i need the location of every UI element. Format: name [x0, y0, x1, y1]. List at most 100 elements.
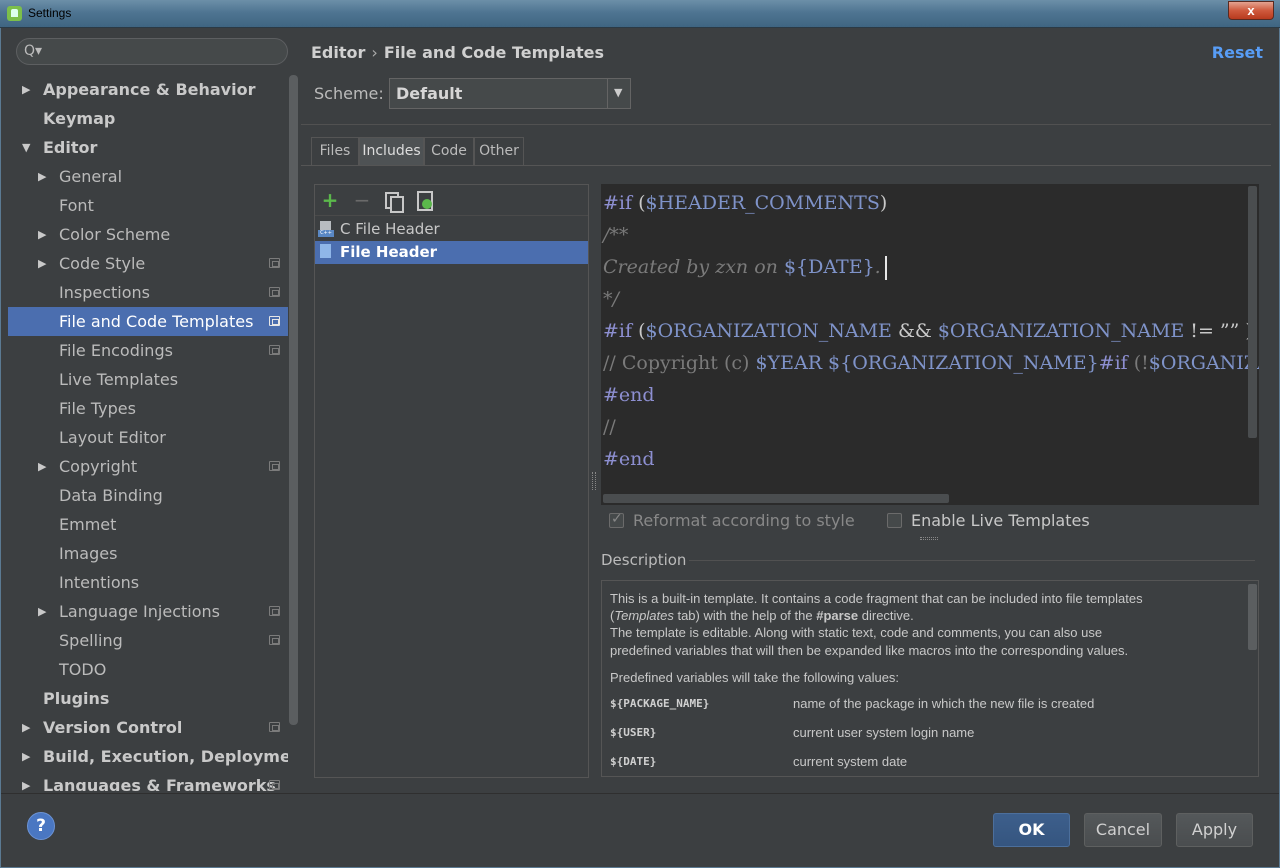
sidebar-item-label: Font: [59, 196, 94, 215]
sidebar-item-intentions[interactable]: Intentions: [8, 568, 288, 597]
tab-other[interactable]: Other: [474, 137, 524, 165]
collapsed-arrow-icon[interactable]: ▶: [38, 162, 46, 191]
close-window-button[interactable]: x: [1228, 1, 1274, 20]
breadcrumb-current: File and Code Templates: [383, 43, 605, 62]
sidebar-item-layout-editor[interactable]: Layout Editor: [8, 423, 288, 452]
chevron-down-icon: ▼: [614, 86, 623, 99]
sidebar-item-font[interactable]: Font: [8, 191, 288, 220]
collapsed-arrow-icon[interactable]: ▶: [38, 452, 46, 481]
settings-search-input[interactable]: [51, 43, 279, 61]
project-scope-icon: [269, 606, 280, 616]
collapsed-arrow-icon[interactable]: ▶: [22, 75, 30, 104]
breadcrumb-separator: ›: [371, 43, 378, 62]
text-caret: [884, 256, 887, 280]
sidebar-item-emmet[interactable]: Emmet: [8, 510, 288, 539]
resize-grip[interactable]: [920, 537, 938, 540]
sidebar-item-general[interactable]: ▶ General: [8, 162, 288, 191]
collapsed-arrow-icon[interactable]: ▶: [22, 742, 30, 771]
sidebar-item-spelling[interactable]: Spelling: [8, 626, 288, 655]
tab-divider: [301, 165, 1271, 166]
reset-link[interactable]: Reset: [1212, 43, 1263, 62]
sidebar-item-copyright[interactable]: ▶ Copyright: [8, 452, 288, 481]
collapsed-arrow-icon[interactable]: ▶: [38, 249, 46, 278]
description-panel: This is a built-in template. It contains…: [601, 580, 1259, 777]
sidebar-item-file-and-code-templates[interactable]: File and Code Templates: [8, 307, 288, 336]
collapsed-arrow-icon[interactable]: ▶: [38, 220, 46, 249]
sidebar-item-label: Live Templates: [59, 370, 179, 389]
project-scope-icon: [269, 722, 280, 732]
sidebar-item-color-scheme[interactable]: ▶ Color Scheme: [8, 220, 288, 249]
sidebar-item-label: Intentions: [59, 573, 140, 592]
sidebar-item-version-control[interactable]: ▶ Version Control: [8, 713, 288, 742]
reformat-checkbox[interactable]: [609, 511, 624, 528]
sidebar-item-todo[interactable]: TODO: [8, 655, 288, 684]
description-text: (Templates tab) with the help of the #pa…: [610, 608, 914, 623]
collapsed-arrow-icon[interactable]: ▶: [22, 771, 30, 791]
expanded-arrow-icon[interactable]: ▼: [22, 133, 30, 162]
add-template-button[interactable]: +: [320, 190, 340, 210]
description-text: Predefined variables will take the follo…: [610, 670, 900, 685]
sidebar-item-file-types[interactable]: File Types: [8, 394, 288, 423]
cancel-button[interactable]: Cancel: [1084, 813, 1162, 847]
sidebar-item-label: File Types: [59, 399, 136, 418]
footer-divider: [1, 793, 1279, 794]
ok-button[interactable]: OK: [993, 813, 1070, 847]
sidebar-item-label: Build, Execution, Deployment: [43, 747, 288, 766]
scheme-dropdown[interactable]: Default ▼: [389, 78, 631, 109]
sidebar-item-keymap[interactable]: Keymap: [8, 104, 288, 133]
tab-includes[interactable]: Includes: [359, 137, 424, 165]
reformat-option[interactable]: Reformat according to style: [609, 511, 869, 531]
tab-files[interactable]: Files: [311, 137, 359, 165]
sidebar-item-language-injections[interactable]: ▶ Language Injections: [8, 597, 288, 626]
scheme-dropdown-arrow[interactable]: ▼: [607, 79, 630, 108]
settings-search-box[interactable]: Q▾: [16, 38, 288, 65]
editor-horizontal-scrollbar[interactable]: [603, 494, 949, 503]
android-studio-icon: [7, 6, 22, 21]
sidebar-item-label: File Encodings: [59, 341, 173, 360]
sidebar-item-code-style[interactable]: ▶ Code Style: [8, 249, 288, 278]
sidebar-item-plugins[interactable]: Plugins: [8, 684, 288, 713]
code-line-8: //: [603, 416, 616, 438]
sidebar-item-editor[interactable]: ▼ Editor: [8, 133, 288, 162]
project-scope-icon: [269, 461, 280, 471]
sidebar-item-languages-frameworks[interactable]: ▶ Languages & Frameworks: [8, 771, 288, 791]
template-code-editor[interactable]: #if ($HEADER_COMMENTS) /** Created by zx…: [601, 184, 1259, 505]
template-name: C File Header: [340, 220, 440, 238]
search-icon[interactable]: Q▾: [24, 43, 42, 59]
variable-name: ${PACKAGE_NAME}: [610, 697, 710, 710]
project-scope-icon: [269, 345, 280, 355]
collapsed-arrow-icon[interactable]: ▶: [22, 713, 30, 742]
apply-button[interactable]: Apply: [1176, 813, 1253, 847]
sidebar-item-label: Version Control: [43, 718, 183, 737]
editor-vertical-scrollbar[interactable]: [1248, 186, 1257, 438]
collapsed-arrow-icon[interactable]: ▶: [38, 597, 46, 626]
sidebar-item-live-templates[interactable]: Live Templates: [8, 365, 288, 394]
live-templates-checkbox[interactable]: [887, 513, 902, 528]
reset-template-icon[interactable]: [414, 190, 434, 211]
sidebar-item-file-encodings[interactable]: File Encodings: [8, 336, 288, 365]
sidebar-item-inspections[interactable]: Inspections: [8, 278, 288, 307]
sidebar-item-appearance-behavior[interactable]: ▶ Appearance & Behavior: [8, 75, 288, 104]
sidebar-item-label: Appearance & Behavior: [43, 80, 256, 99]
sidebar-item-label: Spelling: [59, 631, 123, 650]
description-scrollbar[interactable]: [1248, 584, 1257, 650]
sidebar-item-label: Data Binding: [59, 486, 163, 505]
sidebar-item-build-execution-deployment[interactable]: ▶ Build, Execution, Deployment: [8, 742, 288, 771]
code-line-7: #end: [603, 384, 655, 406]
code-line-9: #end: [603, 448, 655, 470]
live-templates-option[interactable]: Enable Live Templates: [887, 511, 1107, 531]
reformat-label: Reformat according to style: [633, 511, 855, 530]
variable-name: ${DATE}: [610, 755, 657, 768]
tree-scrollbar[interactable]: [289, 75, 298, 725]
panel-splitter[interactable]: [592, 472, 596, 490]
help-button[interactable]: ?: [27, 812, 55, 840]
sidebar-item-data-binding[interactable]: Data Binding: [8, 481, 288, 510]
code-line-3: Created by zxn on ${DATE}.: [603, 251, 887, 283]
tab-code[interactable]: Code: [424, 137, 474, 165]
remove-template-button[interactable]: −: [352, 190, 372, 210]
variable-description: current system date: [793, 754, 908, 769]
sidebar-item-images[interactable]: Images: [8, 539, 288, 568]
template-item-c-file-header[interactable]: C++ C File Header: [315, 218, 588, 241]
template-item-file-header[interactable]: File Header: [315, 241, 588, 264]
copy-template-icon[interactable]: [382, 190, 404, 213]
